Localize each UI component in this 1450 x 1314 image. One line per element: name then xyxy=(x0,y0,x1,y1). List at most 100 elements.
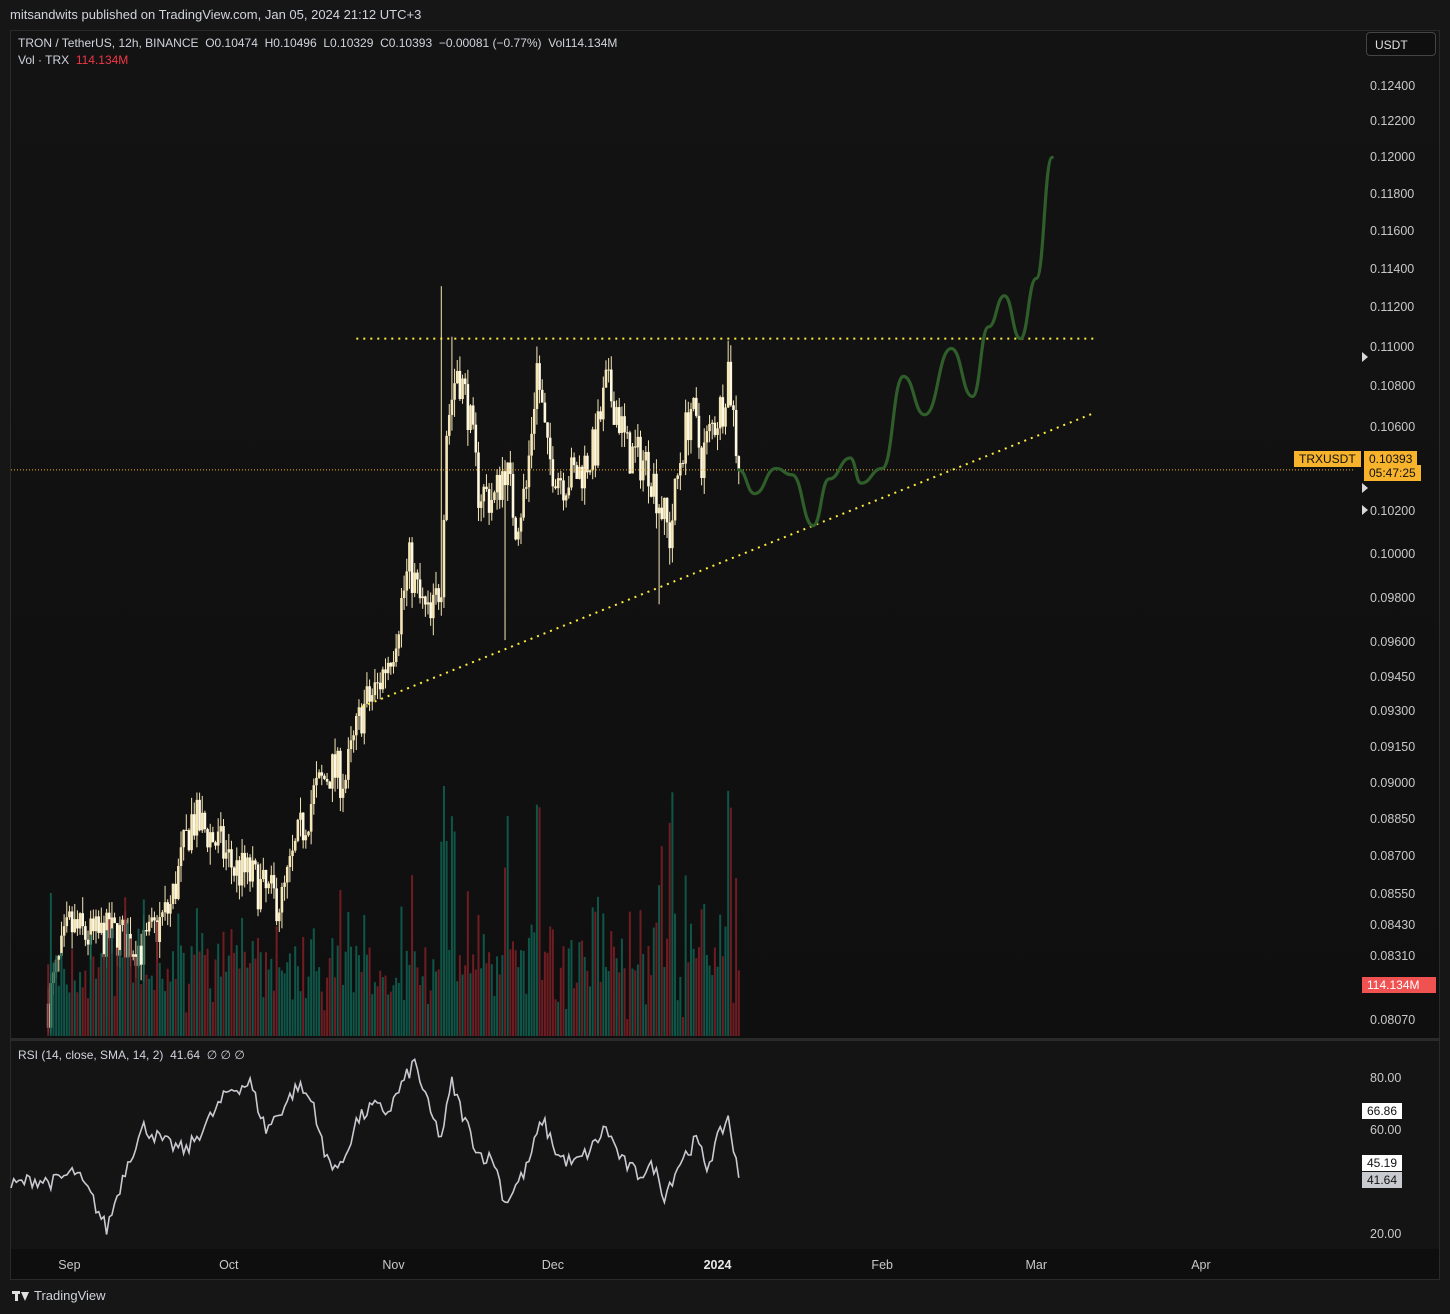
change-value: −0.00081 (−0.77%) xyxy=(438,36,542,50)
candle-body xyxy=(503,471,507,486)
chart-canvas[interactable] xyxy=(0,0,1450,1314)
symbol-price-tag: TRXUSDT xyxy=(1294,451,1361,467)
candle-body xyxy=(655,473,658,514)
volume-bar xyxy=(652,927,655,1036)
volume-bar xyxy=(589,986,592,1036)
candle-body xyxy=(583,455,587,489)
alert-marker-icon[interactable] xyxy=(1362,505,1368,515)
candle-body xyxy=(689,409,693,441)
volume-bar xyxy=(310,939,313,1036)
candle-body xyxy=(700,447,703,478)
volume-bar xyxy=(349,946,352,1036)
volume-bar xyxy=(663,967,666,1036)
candle-body xyxy=(365,686,369,704)
price-tick-label: 0.11000 xyxy=(1370,339,1415,354)
symbol-name[interactable]: TRON / TetherUS, 12h, BINANCE xyxy=(18,36,199,50)
price-tick-label: 0.10200 xyxy=(1370,503,1416,518)
volume-bar xyxy=(307,976,310,1036)
volume-bar xyxy=(607,970,610,1036)
tradingview-logo-icon xyxy=(12,1290,29,1302)
volume-bar xyxy=(129,938,132,1036)
candle-body xyxy=(450,399,454,415)
candle-body xyxy=(463,378,467,385)
candle-body xyxy=(113,917,116,924)
candle-body xyxy=(575,465,579,479)
candle-body xyxy=(161,912,164,918)
vol-value: 114.134M xyxy=(564,36,618,50)
volume-bar xyxy=(597,896,600,1036)
candle-body xyxy=(554,486,557,489)
volume-study-legend[interactable]: Vol · TRX 114.134M xyxy=(18,53,128,67)
brand-footer[interactable]: TradingView xyxy=(12,1288,106,1303)
volume-bar xyxy=(575,982,578,1036)
candle-body xyxy=(498,474,502,500)
candle-body xyxy=(331,754,334,789)
volume-bar xyxy=(272,990,275,1036)
pane-separator[interactable] xyxy=(11,1038,1440,1041)
alert-marker-icon[interactable] xyxy=(1362,352,1368,362)
volume-bar xyxy=(461,974,464,1036)
rsi-current-badge: 41.64 xyxy=(1362,1172,1403,1188)
candle-body xyxy=(285,867,289,883)
candle-body xyxy=(639,436,642,481)
currency-selector[interactable]: USDT xyxy=(1366,32,1436,56)
candle-body xyxy=(232,867,236,876)
candle-body xyxy=(410,542,414,593)
candle-body xyxy=(413,572,417,593)
symbol-legend[interactable]: TRON / TetherUS, 12h, BINANCE O0.10474 H… xyxy=(18,36,617,50)
volume-bar xyxy=(153,989,156,1036)
candle-body xyxy=(628,432,632,474)
candle-body xyxy=(163,902,167,913)
volume-bar xyxy=(97,967,100,1036)
volume-bar xyxy=(102,954,105,1036)
candle-body xyxy=(211,832,215,843)
rsi-upper-badge: 66.86 xyxy=(1362,1103,1403,1119)
volume-bar xyxy=(357,955,360,1036)
volume-bar xyxy=(65,984,68,1036)
candle-body xyxy=(461,378,464,400)
candle-body xyxy=(511,474,515,518)
candle-body xyxy=(402,590,406,599)
volume-bar xyxy=(440,841,443,1036)
candle-body xyxy=(548,437,552,460)
alert-marker-icon[interactable] xyxy=(1362,483,1368,493)
candle-body xyxy=(339,750,342,798)
volume-bar xyxy=(116,947,119,1036)
volume-bar xyxy=(496,956,499,1036)
volume-bar xyxy=(193,954,196,1036)
rsi-extra-values: ∅ ∅ ∅ xyxy=(206,1048,245,1062)
volume-bar xyxy=(214,959,217,1036)
volume-study-name[interactable]: Vol · TRX xyxy=(18,53,69,67)
volume-bar xyxy=(612,946,615,1036)
volume-bar xyxy=(535,804,538,1036)
volume-bar xyxy=(474,969,477,1036)
rsi-study-name[interactable]: RSI (14, close, SMA, 14, 2) xyxy=(18,1048,163,1062)
support-trendline[interactable] xyxy=(361,411,1096,708)
volume-bar xyxy=(126,923,129,1036)
candle-body xyxy=(187,830,191,851)
volume-bar xyxy=(689,923,692,1036)
volume-bar xyxy=(551,929,554,1036)
price-tick-label: 0.09600 xyxy=(1370,635,1416,650)
candle-body xyxy=(543,402,547,423)
volume-bar xyxy=(172,951,175,1036)
candle-body xyxy=(200,812,204,831)
candle-body xyxy=(466,384,470,430)
volume-bar xyxy=(124,897,127,1036)
candle-body xyxy=(70,911,74,933)
rsi-legend[interactable]: RSI (14, close, SMA, 14, 2) 41.64 ∅ ∅ ∅ xyxy=(18,1048,245,1062)
volume-bar xyxy=(530,924,533,1036)
candle-body xyxy=(81,913,85,927)
volume-bar xyxy=(488,952,491,1036)
candle-body xyxy=(710,422,714,424)
candle-body xyxy=(328,781,332,789)
volume-bar xyxy=(89,934,92,1036)
candle-body xyxy=(320,772,324,776)
candle-body xyxy=(681,463,685,465)
volume-bar xyxy=(623,968,626,1036)
candle-body xyxy=(92,918,95,932)
volume-bar xyxy=(339,890,342,1036)
volume-bar xyxy=(705,954,708,1036)
open-label: O xyxy=(205,36,215,50)
volume-bar xyxy=(251,941,254,1036)
